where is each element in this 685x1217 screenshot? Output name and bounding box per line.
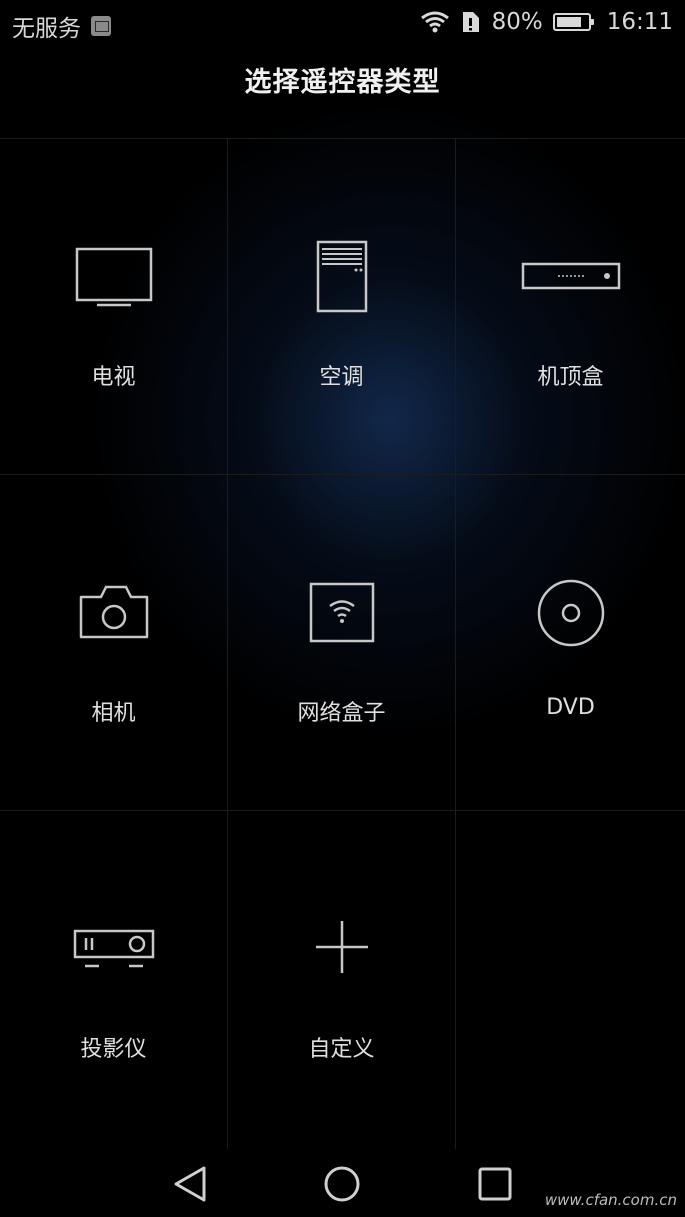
device-label: 空调 <box>319 365 364 390</box>
tv-icon <box>75 247 152 307</box>
device-label: 相机 <box>91 701 136 726</box>
empty-tile <box>456 811 685 1149</box>
device-tile-set-top-box[interactable]: 机顶盒 <box>456 139 685 475</box>
projector-icon <box>73 929 154 968</box>
device-tile-camera[interactable]: 相机 <box>0 475 228 811</box>
device-label: 自定义 <box>308 1037 375 1062</box>
device-label: 电视 <box>91 365 136 390</box>
wifi-icon <box>420 11 449 33</box>
device-label: 机顶盒 <box>537 365 604 390</box>
device-label: 网络盒子 <box>297 701 386 726</box>
device-label: DVD <box>546 695 595 720</box>
status-bar: 无服务 80% 16:11 <box>0 0 685 48</box>
device-tile-projector[interactable]: 投影仪 <box>0 811 228 1149</box>
image-notification-icon <box>91 16 111 36</box>
page-title: 选择遥控器类型 <box>244 67 441 98</box>
clock: 16:11 <box>606 9 673 35</box>
battery-percent: 80% <box>491 9 543 35</box>
device-label: 投影仪 <box>80 1037 147 1062</box>
device-tile-network-box[interactable]: 网络盒子 <box>228 475 456 811</box>
device-tile-custom[interactable]: 自定义 <box>228 811 456 1149</box>
device-tile-tv[interactable]: 电视 <box>0 139 228 475</box>
sim-alert-icon <box>462 12 479 32</box>
watermark: www.cfan.com.cn <box>544 1191 677 1209</box>
device-tile-air-conditioner[interactable]: 空调 <box>228 139 456 475</box>
carrier-text: 无服务 <box>12 16 81 42</box>
battery-icon <box>552 13 594 31</box>
home-circle-icon[interactable] <box>322 1164 362 1204</box>
navigation-bar: www.cfan.com.cn <box>0 1148 685 1217</box>
recents-square-icon[interactable] <box>475 1164 515 1204</box>
back-triangle-icon[interactable] <box>170 1164 210 1204</box>
device-tile-dvd[interactable]: DVD <box>456 475 685 811</box>
disc-icon <box>537 579 604 647</box>
air-conditioner-icon <box>316 240 367 313</box>
set-top-box-icon <box>521 262 620 290</box>
network-box-icon <box>309 582 374 643</box>
camera-icon <box>79 585 148 639</box>
device-grid: 电视 空调 机顶盒 相机 网络盒子 DVD 投影仪 自定义 <box>0 138 685 1149</box>
plus-icon <box>315 921 368 973</box>
